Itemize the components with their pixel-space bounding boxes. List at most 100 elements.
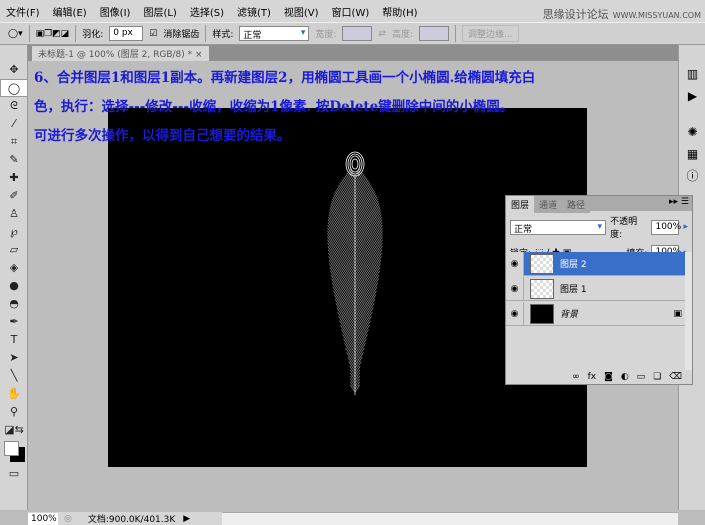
feather-barb (354, 222, 383, 264)
healing-brush-icon[interactable]: ✚ (0, 169, 28, 187)
history-brush-icon[interactable]: ℘ (0, 223, 28, 241)
feather-input[interactable]: 0 px (109, 26, 144, 41)
eye-icon[interactable]: ◉ (506, 251, 524, 276)
move-tool-icon[interactable]: ✥ (0, 61, 28, 79)
feather-barb (354, 320, 371, 345)
magic-wand-icon[interactable]: ⁄ (0, 115, 28, 133)
info-icon[interactable]: ⓘ (679, 165, 705, 187)
layer-thumbnail (530, 278, 554, 299)
eye-icon[interactable]: ◉ (506, 301, 524, 326)
layers-scrollbar[interactable] (685, 252, 692, 370)
quick-mask-icon[interactable]: ▭ (0, 465, 28, 483)
close-icon[interactable]: × (195, 50, 203, 60)
status-icon[interactable]: ◎ (64, 514, 72, 524)
tab-channels[interactable]: 通道 (534, 196, 563, 213)
layer-row-layer1[interactable]: ◉ 图层 1 (506, 276, 692, 301)
refine-edge-button[interactable]: 调整边缘... (462, 25, 519, 42)
menu-window[interactable]: 窗口(W) (332, 4, 370, 19)
opacity-input[interactable]: 100% (651, 219, 681, 235)
status-menu-arrow-icon[interactable]: ▶ (183, 514, 190, 524)
path-select-icon[interactable]: ➤ (0, 349, 28, 367)
menu-image[interactable]: 图像(I) (100, 4, 131, 19)
line-icon[interactable]: ╲ (0, 367, 28, 385)
swap-icon[interactable]: ⇄ (378, 29, 386, 39)
feather-barb (330, 274, 356, 312)
feather-barb (327, 219, 356, 261)
width-input[interactable] (342, 26, 373, 41)
opacity-label: 不透明度: (610, 217, 638, 240)
link-icon[interactable]: ∞ (572, 372, 580, 382)
toolbox: ✥ ◯ ᘓ ⁄ ⌗ ✎ ✚ ✐ ♙ ℘ ▱ ◈ ● ◓ ✒ T ➤ ╲ ✋ ⚲ … (0, 45, 28, 510)
document-tab[interactable]: 未标题-1 @ 100% (图层 2, RGB/8) * × (32, 46, 209, 61)
width-label: 宽度: (315, 30, 337, 40)
feather-barb (354, 329, 369, 351)
feather-barb (345, 347, 356, 363)
lasso-icon[interactable]: ᘓ (0, 97, 28, 115)
pen-icon[interactable]: ✒ (0, 313, 28, 331)
group-icon[interactable]: ▭ (637, 372, 646, 382)
fx-icon[interactable]: fx (588, 372, 597, 382)
mask-icon[interactable]: ◙ (604, 372, 613, 382)
feather-barb (347, 356, 356, 369)
horizontal-scrollbar[interactable] (222, 512, 678, 525)
feather-barb (329, 207, 356, 246)
style-value: 正常 (243, 31, 262, 41)
style-select[interactable]: 正常 ▾ (239, 26, 310, 41)
selection-mode-icons[interactable]: ▣❐◩◪ (36, 29, 70, 39)
menu-view[interactable]: 视图(V) (284, 4, 319, 19)
layer-row-layer2[interactable]: ◉ 图层 2 (506, 251, 692, 276)
feather-barb (335, 303, 356, 333)
chevron-down-icon: ▾ (597, 221, 603, 232)
color-icon[interactable]: ✺ (679, 121, 705, 143)
menu-file[interactable]: 文件(F) (6, 4, 40, 19)
hand-icon[interactable]: ✋ (0, 385, 28, 403)
tab-layers[interactable]: 图层 (506, 196, 535, 213)
menu-edit[interactable]: 编辑(E) (53, 4, 87, 19)
menu-filter[interactable]: 滤镜(T) (237, 4, 271, 19)
new-layer-icon[interactable]: ❏ (653, 372, 661, 382)
zoom-field[interactable]: 100% (28, 512, 58, 525)
type-icon[interactable]: T (0, 331, 28, 349)
ellipse-marquee-icon[interactable]: ◯ (0, 79, 28, 97)
menu-layer[interactable]: 图层(L) (143, 4, 176, 19)
eraser-icon[interactable]: ▱ (0, 241, 28, 259)
lock-icon: ▣ (673, 308, 682, 319)
eyedropper-icon[interactable]: ✎ (0, 151, 28, 169)
opacity-slider-arrow-icon[interactable]: ▸ (683, 222, 688, 232)
foreground-color[interactable] (4, 441, 19, 456)
feather-barb (354, 356, 363, 369)
paint-bucket-icon[interactable]: ◈ (0, 259, 28, 277)
antialias-checkbox[interactable]: ☑ (149, 29, 157, 39)
feather-barb (354, 245, 383, 288)
layers-footer: ∞ fx ◙ ◐ ▭ ❏ ⌫ (506, 369, 692, 384)
panel-menu-icon[interactable]: ▸▸ ☰ (669, 197, 689, 207)
feather-barb (354, 303, 375, 333)
stamp-icon[interactable]: ♙ (0, 205, 28, 223)
actions-icon[interactable]: ▶ (679, 85, 705, 107)
menu-select[interactable]: 选择(S) (190, 4, 224, 19)
histogram-icon[interactable]: ▥ (679, 63, 705, 85)
crop-icon[interactable]: ⌗ (0, 133, 28, 151)
tab-paths[interactable]: 路径 (562, 196, 591, 213)
feather-barb (354, 216, 382, 258)
layer-row-background[interactable]: ◉ 背景 ▣ (506, 301, 692, 326)
blend-mode-select[interactable]: 正常 ▾ (510, 219, 607, 235)
zoom-icon[interactable]: ⚲ (0, 403, 28, 421)
feather-barb (330, 270, 356, 309)
eye-icon[interactable]: ◉ (506, 276, 524, 301)
layer-thumbnail (530, 253, 554, 274)
feather-barb (354, 194, 377, 228)
dodge-icon[interactable]: ◓ (0, 295, 28, 313)
color-swatches[interactable] (0, 439, 27, 465)
blur-icon[interactable]: ● (0, 277, 28, 295)
swatches-icon[interactable]: ▦ (679, 143, 705, 165)
brush-icon[interactable]: ✐ (0, 187, 28, 205)
menu-help[interactable]: 帮助(H) (382, 4, 417, 19)
default-colors-icon[interactable]: ◪⇆ (0, 421, 28, 439)
instruction-text: 6、合并图层1和图层1副本。再新建图层2，用椭圆工具画一个小椭圆.给椭圆填充白 … (34, 64, 674, 151)
adjustment-icon[interactable]: ◐ (621, 372, 629, 382)
ellipse-tool-preset-icon[interactable]: ◯▾ (8, 29, 23, 39)
trash-icon[interactable]: ⌫ (669, 372, 682, 382)
feather-barb (354, 224, 383, 267)
height-input[interactable] (419, 26, 450, 41)
